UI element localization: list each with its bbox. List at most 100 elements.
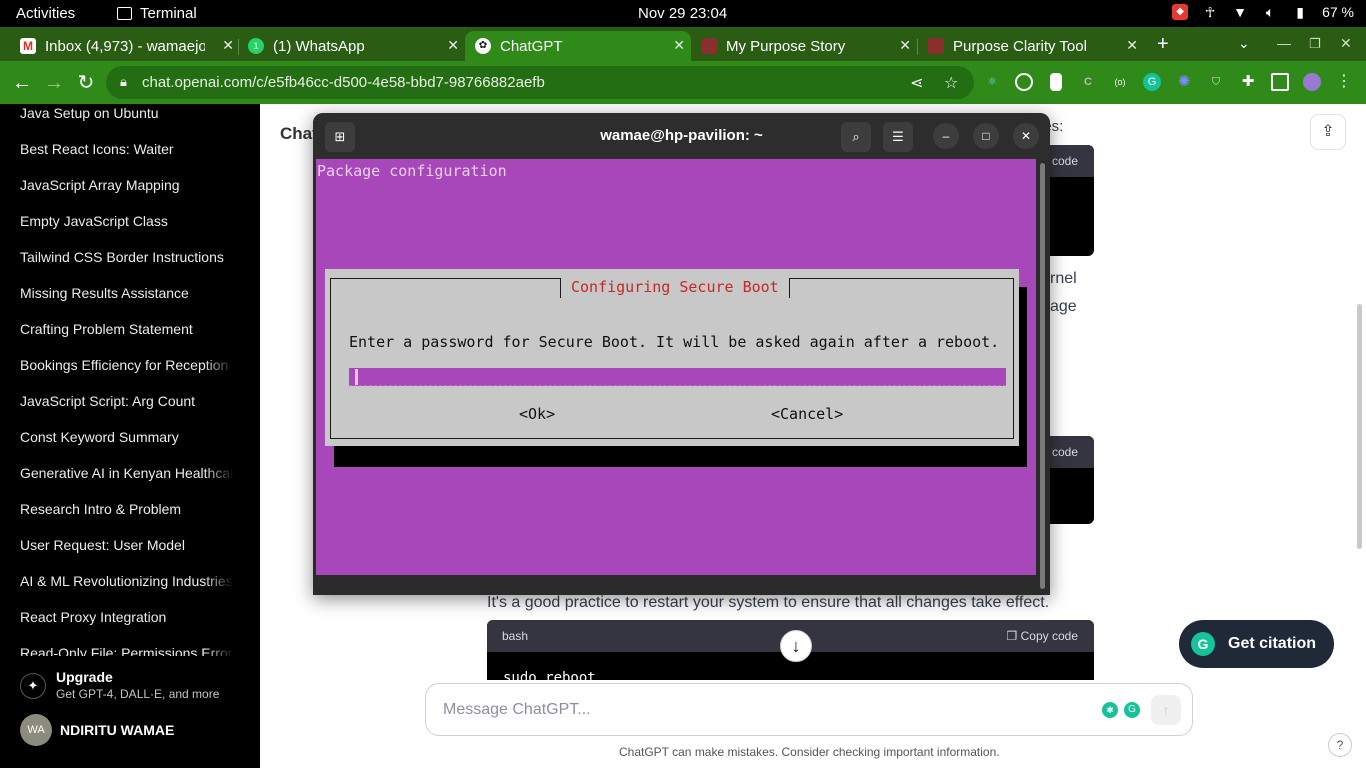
history-item[interactable]: Missing Results Assistance xyxy=(20,285,234,301)
close-window-icon[interactable]: ✕ xyxy=(1340,35,1352,52)
close-icon[interactable]: ✕ xyxy=(447,37,459,54)
restore-icon[interactable]: ❐ xyxy=(1309,36,1321,52)
terminal-header-bar[interactable]: ⊞ wamae@hp-pavilion: ~ ⌕ ☰ – □ ✕ xyxy=(313,113,1050,159)
tab-label: Inbox (4,973) - wamaejo xyxy=(45,37,205,55)
browser-menu-icon[interactable]: ⋮ xyxy=(1335,73,1353,91)
active-app-menu[interactable]: Terminal xyxy=(117,5,197,22)
tab-gmail[interactable]: M Inbox (4,973) - wamaejo ✕ xyxy=(10,31,240,61)
fade-overlay xyxy=(204,355,234,375)
grammarly-bulb-icon[interactable]: ✱ xyxy=(1102,702,1118,718)
history-item[interactable]: Empty JavaScript Class xyxy=(20,213,234,229)
battery-percent: 67 % xyxy=(1322,4,1354,20)
copy-code-button[interactable]: code xyxy=(1052,154,1078,168)
text-cursor xyxy=(355,369,358,385)
scroll-to-bottom-button[interactable]: ↓ xyxy=(780,630,812,662)
close-icon[interactable]: ✕ xyxy=(673,37,685,54)
reload-icon[interactable]: ↻ xyxy=(72,69,100,97)
close-icon[interactable]: ✕ xyxy=(222,37,234,54)
history-item[interactable]: User Request: User Model xyxy=(20,537,234,553)
maximize-icon[interactable]: □ xyxy=(973,123,999,149)
back-icon[interactable]: ← xyxy=(8,69,36,97)
history-item[interactable]: React Proxy Integration xyxy=(20,609,234,625)
extension-circle-icon[interactable] xyxy=(1015,73,1033,91)
message-composer[interactable]: Message ChatGPT... ✱ G ↑ xyxy=(425,683,1193,736)
grammarly-icon[interactable]: G xyxy=(1143,73,1161,91)
accessibility-icon[interactable]: ☥ xyxy=(1202,4,1218,20)
tab-label: My Purpose Story xyxy=(726,37,846,55)
history-item[interactable]: Research Intro & Problem xyxy=(20,501,234,517)
history-item[interactable]: Generative AI in Kenyan Healthcare xyxy=(20,465,234,481)
close-icon[interactable]: ✕ xyxy=(1126,37,1138,54)
extension-gear-icon[interactable]: ✺ xyxy=(1175,73,1193,91)
battery-icon: ▮ xyxy=(1296,4,1304,20)
search-icon[interactable]: ⌕ xyxy=(841,122,871,152)
scrollbar[interactable] xyxy=(1357,304,1362,549)
package-config-title: Package configuration xyxy=(317,162,507,180)
page-icon xyxy=(928,38,944,54)
gnome-top-bar: Activities Terminal Nov 29 23:04 ◆ ☥ ▼ 🔈… xyxy=(0,0,1366,27)
send-button[interactable]: ↑ xyxy=(1151,695,1181,725)
url-text[interactable]: chat.openai.com/c/e5fb46cc-d500-4e58-bbd… xyxy=(142,74,545,91)
share-icon[interactable]: ⋖ xyxy=(910,73,923,93)
tab-purpose-clarity-tool[interactable]: Purpose Clarity Tool ✕ xyxy=(918,31,1144,61)
new-tab-icon[interactable]: + xyxy=(1157,33,1169,56)
dialog-message: Enter a password for Secure Boot. It wil… xyxy=(349,333,1000,351)
bookmark-star-icon[interactable]: ☆ xyxy=(944,73,958,93)
address-bar[interactable]: 🔒︎ chat.openai.com/c/e5fb46cc-d500-4e58-… xyxy=(106,66,974,99)
ok-button[interactable]: <Ok> xyxy=(519,405,555,423)
browser-tab-strip: M Inbox (4,973) - wamaejo ✕ 1 (1) WhatsA… xyxy=(0,27,1366,61)
password-input[interactable] xyxy=(349,368,1006,386)
upgrade-plan-button[interactable]: ✦ Upgrade Get GPT-4, DALL·E, and more xyxy=(20,669,250,709)
history-item[interactable]: Crafting Problem Statement xyxy=(20,321,234,337)
history-item[interactable]: Tailwind CSS Border Instructions xyxy=(20,249,234,265)
tab-my-purpose-story[interactable]: My Purpose Story ✕ xyxy=(691,31,917,61)
cancel-button[interactable]: <Cancel> xyxy=(771,405,843,423)
extension-shield-icon[interactable]: ⛉ xyxy=(1207,73,1225,91)
get-citation-button[interactable]: G Get citation xyxy=(1179,620,1334,668)
copy-code-button[interactable]: code xyxy=(1052,445,1078,459)
user-menu[interactable]: WA NDIRITU WAMAE xyxy=(20,714,250,746)
forward-icon[interactable]: → xyxy=(40,69,68,97)
message-input[interactable]: Message ChatGPT... xyxy=(443,701,591,719)
history-item[interactable]: Best React Icons: Waiter xyxy=(20,141,234,157)
tab-whatsapp[interactable]: 1 (1) WhatsApp ✕ xyxy=(238,31,465,61)
history-item[interactable]: Const Keyword Summary xyxy=(20,429,234,445)
terminal-screen[interactable]: Package configuration Configuring Secure… xyxy=(316,159,1036,575)
close-icon[interactable]: ✕ xyxy=(899,37,911,54)
terminal-scrollbar[interactable] xyxy=(1040,163,1045,589)
extension-doc-icon[interactable] xyxy=(1050,73,1062,91)
tab-search-chevron-icon[interactable]: ⌄ xyxy=(1238,35,1250,52)
history-item[interactable]: Bookings Efficiency for Reception xyxy=(20,357,234,373)
history-item[interactable]: JavaScript Array Mapping xyxy=(20,177,234,193)
terminal-window: ⊞ wamae@hp-pavilion: ~ ⌕ ☰ – □ ✕ Package… xyxy=(313,113,1050,595)
copy-code-button[interactable]: ❐ Copy code xyxy=(1007,629,1078,643)
site-info-icon[interactable]: 🔒︎ xyxy=(120,74,127,90)
extensions-puzzle-icon[interactable]: ✚ xyxy=(1239,73,1257,91)
minimize-icon[interactable]: – xyxy=(933,123,959,149)
history-item[interactable]: AI & ML Revolutionizing Industries xyxy=(20,573,234,589)
screen-record-icon[interactable]: ◆ xyxy=(1172,4,1189,20)
clock[interactable]: Nov 29 23:04 xyxy=(638,5,727,22)
tab-chatgpt[interactable]: ✿ ChatGPT ✕ xyxy=(465,31,691,61)
extension-brackets-icon[interactable]: (o) xyxy=(1111,73,1129,91)
history-item[interactable]: Java Setup on Ubuntu xyxy=(20,105,234,121)
system-tray[interactable]: ◆ ☥ ▼ 🔈︎ ▮ 67 % xyxy=(1172,4,1354,20)
history-item[interactable]: Read-Only File: Permissions Error xyxy=(20,645,234,656)
side-panel-icon[interactable] xyxy=(1271,73,1289,91)
restart-advice-text: It's a good practice to restart your sys… xyxy=(487,594,1050,611)
activities-button[interactable]: Activities xyxy=(16,5,75,22)
share-button[interactable]: ⇪ xyxy=(1310,114,1346,150)
grammarly-icon: G xyxy=(1191,632,1215,656)
close-icon[interactable]: ✕ xyxy=(1013,123,1039,149)
grammarly-icon[interactable]: G xyxy=(1124,702,1140,718)
whatsapp-icon: 1 xyxy=(248,38,264,54)
extension-c-icon[interactable]: C xyxy=(1079,73,1097,91)
history-item[interactable]: JavaScript Script: Arg Count xyxy=(20,393,234,409)
help-button[interactable]: ? xyxy=(1328,733,1352,757)
dialog-frame: Configuring Secure Boot Enter a password… xyxy=(330,278,1014,439)
hamburger-menu-icon[interactable]: ☰ xyxy=(883,122,913,152)
minimize-icon[interactable]: — xyxy=(1277,35,1291,51)
react-devtools-icon[interactable]: ⚛ xyxy=(983,73,1001,91)
profile-avatar-icon[interactable] xyxy=(1303,73,1321,91)
page-icon xyxy=(701,38,717,54)
